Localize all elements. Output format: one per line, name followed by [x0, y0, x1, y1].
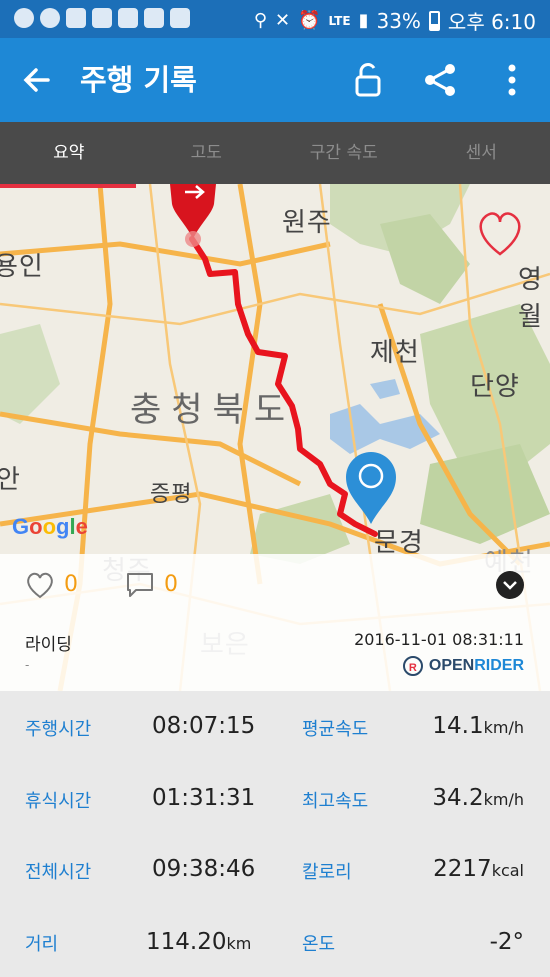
tab-summary[interactable]: 요약 — [0, 122, 138, 184]
calories-value: 2217kcal — [433, 856, 524, 882]
comment-icon[interactable] — [124, 570, 156, 600]
calories-unit: kcal — [491, 861, 524, 880]
stats-row: 전체시간 09:38:46 칼로리 2217kcal — [0, 834, 550, 906]
like-count: 0 — [64, 572, 78, 597]
alarm-icon: ⏰ — [298, 10, 321, 31]
stats-row: 주행시간 08:07:15 평균속도 14.1km/h — [0, 691, 550, 763]
more-options-icon[interactable] — [492, 60, 532, 100]
tab-altitude[interactable]: 고도 — [138, 122, 276, 184]
stats-row: 거리 114.20km 온도 -2° — [0, 905, 550, 977]
tab-segment-speed[interactable]: 구간 속도 — [275, 122, 413, 184]
talk-icon — [40, 8, 60, 28]
end-marker-icon[interactable] — [346, 452, 396, 524]
tab-indicator — [0, 184, 136, 188]
notification-app-icon — [14, 8, 34, 28]
runner-icon — [144, 8, 164, 28]
app-bar: 주행 기록 — [0, 38, 550, 122]
runner-icon — [118, 8, 138, 28]
temperature-label: 온도 — [302, 934, 336, 955]
distance-label: 거리 — [25, 934, 59, 955]
rest-time-label: 휴식시간 — [25, 791, 92, 812]
map-label-jeungpyeong: 증평 — [150, 482, 193, 507]
tab-sensor[interactable]: 센서 — [413, 122, 550, 184]
activity-datetime: 2016-11-01 08:31:11 — [354, 630, 524, 649]
brand-open: OPEN — [428, 657, 475, 674]
unlock-icon[interactable] — [348, 60, 388, 100]
share-icon[interactable] — [420, 60, 460, 100]
map-label-wonju: 원주 — [282, 208, 332, 238]
expand-chevron-icon[interactable] — [496, 571, 524, 599]
distance-number: 114.20 — [146, 929, 227, 955]
total-time-value: 09:38:46 — [152, 856, 256, 882]
riding-time-label: 주행시간 — [25, 719, 92, 740]
openrider-logo: R OPENRIDER — [402, 656, 524, 676]
activity-subtitle: - — [25, 658, 30, 672]
map-label-jecheon: 제천 — [370, 338, 420, 368]
play-icon — [66, 8, 86, 28]
map-label-danyang: 단양 — [470, 372, 520, 402]
riding-time-value: 08:07:15 — [152, 713, 256, 739]
calories-number: 2217 — [433, 856, 492, 882]
map-label-an: 안 — [0, 465, 21, 495]
avg-speed-value: 14.1km/h — [432, 713, 524, 739]
location-icon: ⚲ — [253, 10, 267, 31]
stats-row: 휴식시간 01:31:31 최고속도 34.2km/h — [0, 763, 550, 835]
activity-type: 라이딩 — [25, 635, 72, 655]
favorite-heart-icon[interactable] — [479, 212, 521, 256]
max-speed-label: 최고속도 — [302, 791, 369, 812]
runner-icon — [92, 8, 112, 28]
battery-icon — [428, 10, 440, 31]
system-indicators: ⚲ ✕ ⏰ LTE ▮ 33% 오후 6:10 — [254, 6, 536, 35]
avg-speed-unit: km/h — [483, 718, 524, 737]
brand-rider: RIDER — [474, 657, 524, 674]
ride-stats: 주행시간 08:07:15 평균속도 14.1km/h 휴식시간 01:31:3… — [0, 691, 550, 977]
phone-icon — [170, 8, 190, 28]
mute-icon: ✕ — [275, 10, 291, 31]
start-marker-icon[interactable] — [170, 184, 216, 247]
total-time-label: 전체시간 — [25, 862, 92, 883]
network-type: LTE — [328, 13, 351, 28]
temperature-value: -2° — [489, 929, 524, 955]
signal-icon: ▮ — [358, 10, 369, 31]
distance-value: 114.20km — [146, 929, 251, 955]
page-title: 주행 기록 — [80, 63, 197, 97]
status-bar: ⚲ ✕ ⏰ LTE ▮ 33% 오후 6:10 — [0, 0, 550, 38]
map-label-yeongwol: 영월 — [518, 265, 543, 332]
openrider-icon: R — [402, 656, 423, 676]
rest-time-value: 01:31:31 — [152, 785, 256, 811]
calories-label: 칼로리 — [302, 862, 352, 883]
tab-bar: 요약 고도 구간 속도 센서 — [0, 122, 550, 184]
like-heart-icon[interactable] — [24, 570, 56, 600]
max-speed-number: 34.2 — [432, 785, 484, 811]
back-arrow-icon[interactable] — [22, 60, 58, 100]
avg-speed-number: 14.1 — [432, 713, 484, 739]
map-label-chungbuk: 충청북도 — [130, 390, 296, 430]
max-speed-unit: km/h — [483, 790, 524, 809]
battery-percent: 33% — [376, 8, 421, 33]
max-speed-value: 34.2km/h — [432, 785, 524, 811]
ride-info-panel: 0 0 라이딩 - 2016-11-01 08:31:11 R OPENRIDE… — [0, 554, 550, 691]
notification-icons — [14, 8, 190, 28]
comment-count: 0 — [164, 572, 178, 597]
map-label-yongin: 용인 — [0, 252, 44, 282]
distance-unit: km — [226, 934, 252, 953]
clock: 오후 6:10 — [447, 10, 536, 34]
avg-speed-label: 평균속도 — [302, 719, 369, 740]
google-logo: Google — [12, 514, 88, 539]
